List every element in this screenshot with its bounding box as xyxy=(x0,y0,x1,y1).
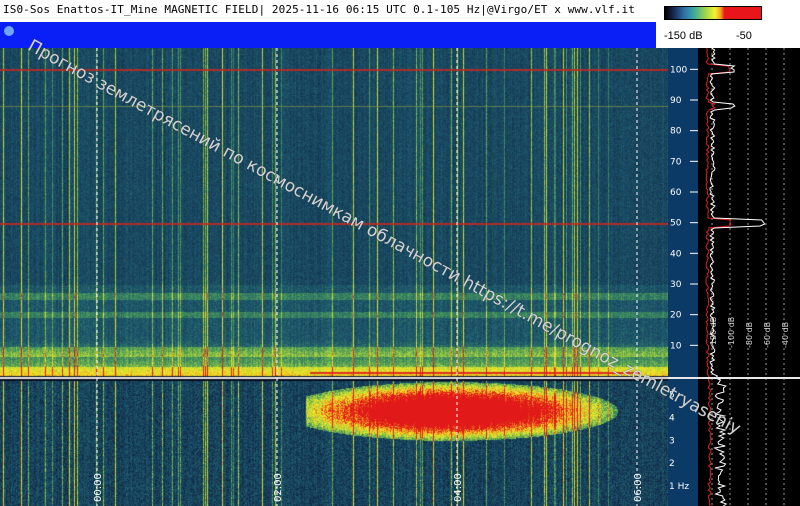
colorbar-gradient xyxy=(665,7,761,19)
colorbar-min-label: -150 dB xyxy=(664,30,703,42)
y-tick-label: 40 xyxy=(670,249,682,259)
lower-y-tick-label: 3 xyxy=(669,436,675,446)
power-axis-label: -40 dB xyxy=(781,322,790,348)
power-axis-label: -100 dB xyxy=(727,317,736,348)
y-tick-label: 20 xyxy=(670,311,682,321)
y-tick-label: 90 xyxy=(670,96,682,106)
y-tick-label: 80 xyxy=(670,127,682,137)
header-bar: IS0-Sos Enattos-IT_Mine MAGNETIC FIELD| … xyxy=(0,0,662,22)
y-tick-label: 70 xyxy=(670,157,682,167)
lower-y-tick-label: 1 Hz xyxy=(669,482,689,492)
lower-y-tick-label: 2 xyxy=(669,459,675,469)
globe-icon xyxy=(4,26,14,36)
frequency-axis: 10090807060504030201054321 Hz xyxy=(668,48,698,506)
colorbar-max-label: -50 xyxy=(736,30,752,42)
x-tick-label: 06:00 xyxy=(633,473,644,502)
y-tick-label: 60 xyxy=(670,188,682,198)
x-tick-label: 04:00 xyxy=(453,473,464,502)
power-axis-label: -80 dB xyxy=(745,322,754,348)
y-tick-label: 10 xyxy=(670,341,682,351)
x-tick-label: 02:00 xyxy=(273,473,284,502)
spectrogram-overlay: 00:00 02:00 04:00 06:00 xyxy=(93,48,644,506)
y-tick-label: 100 xyxy=(670,65,687,75)
colorbar xyxy=(664,6,762,20)
y-tick-label: 30 xyxy=(670,280,682,290)
chart-title: IS0-Sos Enattos-IT_Mine MAGNETIC FIELD| … xyxy=(3,3,635,16)
lower-y-tick-label: 4 xyxy=(669,414,675,424)
y-tick-label: 50 xyxy=(670,219,682,229)
x-axis-ticks: 00:00 02:00 04:00 06:00 xyxy=(93,473,644,502)
x-tick-label: 00:00 xyxy=(93,473,104,502)
power-axis-label: -60 dB xyxy=(763,322,772,348)
status-bar xyxy=(0,22,656,48)
